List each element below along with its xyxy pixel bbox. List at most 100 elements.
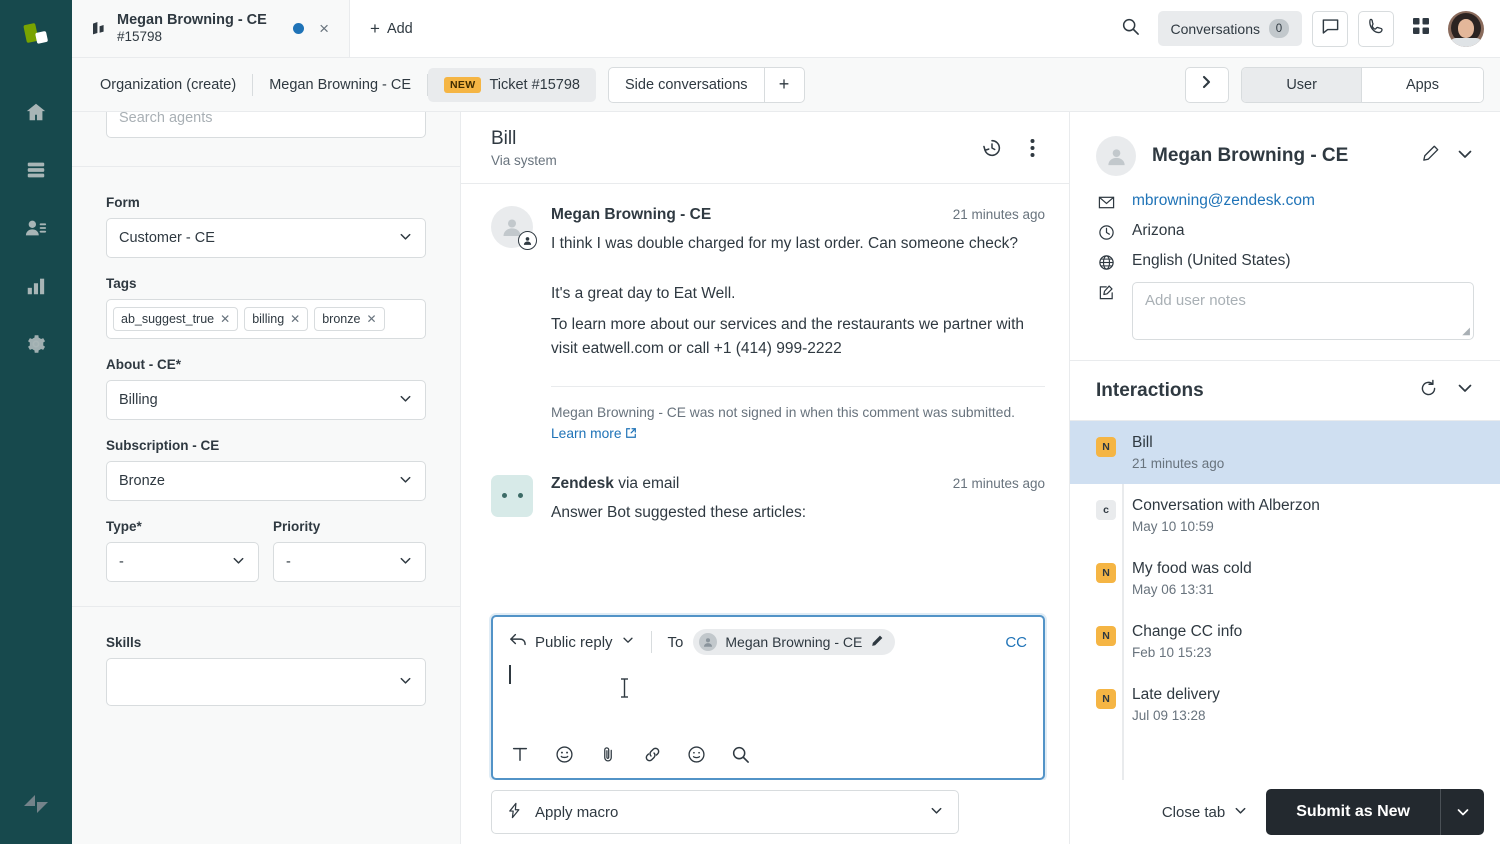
close-tab-button[interactable]: Close tab xyxy=(1162,803,1248,822)
user-email[interactable]: mbrowning@zendesk.com xyxy=(1132,192,1315,210)
zendesk-mark-icon[interactable] xyxy=(14,14,58,58)
search-knowledge-icon[interactable] xyxy=(729,743,751,765)
add-tab-button[interactable]: + Add xyxy=(350,0,433,57)
list-item[interactable]: N My food was cold May 06 13:31 xyxy=(1070,547,1500,610)
resize-grip-icon[interactable]: ◢ xyxy=(1462,326,1470,337)
tab-user[interactable]: User xyxy=(1242,67,1361,102)
chevron-down-icon xyxy=(621,633,635,651)
message-paragraph: To learn more about our services and the… xyxy=(551,316,1024,357)
mood-icon[interactable] xyxy=(685,743,707,765)
user-timezone-row: Arizona xyxy=(1096,222,1474,241)
attachment-clip-icon[interactable] xyxy=(597,743,619,765)
breadcrumb-row: Organization (create) Megan Browning - C… xyxy=(72,58,1500,112)
ticket-tab[interactable]: Megan Browning - CE #15798 × xyxy=(72,0,350,57)
recipient-chip[interactable]: Megan Browning - CE xyxy=(693,629,896,655)
reply-composer[interactable]: Public reply To Megan Browning - CE CC xyxy=(491,615,1045,780)
list-item[interactable]: N Late delivery Jul 09 13:28 xyxy=(1070,673,1500,736)
skills-select[interactable] xyxy=(106,658,426,706)
side-conversations-button[interactable]: Side conversations xyxy=(609,68,764,102)
close-icon[interactable]: ✕ xyxy=(366,312,376,326)
close-icon[interactable]: ✕ xyxy=(290,312,300,326)
conversation-header-texts: Bill Via system xyxy=(491,128,557,168)
type-select[interactable]: - xyxy=(106,542,259,582)
message-paragraph: Answer Bot suggested these articles: xyxy=(551,503,807,521)
pencil-icon[interactable] xyxy=(1421,144,1440,168)
user-apps-toggle: User Apps xyxy=(1241,66,1484,103)
submit-options-button[interactable] xyxy=(1440,789,1484,835)
chevron-down-icon[interactable] xyxy=(1456,379,1474,402)
refresh-icon[interactable] xyxy=(1419,379,1438,403)
chevron-down-icon[interactable] xyxy=(1456,145,1474,168)
reply-type-selector[interactable]: Public reply xyxy=(509,632,635,652)
text-format-icon[interactable] xyxy=(509,743,531,765)
history-clock-icon[interactable] xyxy=(979,135,1005,161)
agent-avatar[interactable] xyxy=(1448,10,1484,47)
ticket-footer-actions: Close tab Submit as New xyxy=(1070,780,1500,844)
conversation-header: Bill Via system xyxy=(461,112,1069,184)
reply-textarea[interactable] xyxy=(493,655,1043,743)
search-agents-input[interactable]: Search agents xyxy=(106,112,426,138)
priority-field: Priority - xyxy=(273,519,426,600)
sidebar-item-home[interactable] xyxy=(14,92,58,136)
customers-icon xyxy=(25,217,47,244)
apply-macro-label: Apply macro xyxy=(535,803,619,821)
ticket-tab-texts: Megan Browning - CE #15798 xyxy=(117,11,284,46)
message-thread: Megan Browning - CE 21 minutes ago I thi… xyxy=(461,184,1069,615)
link-icon[interactable] xyxy=(641,743,663,765)
chevron-down-icon xyxy=(398,673,413,692)
close-icon[interactable]: ✕ xyxy=(220,312,230,326)
call-button[interactable] xyxy=(1358,10,1394,47)
breadcrumb-label: Ticket #15798 xyxy=(489,76,581,93)
notes-icon xyxy=(1096,282,1116,301)
tab-apps[interactable]: Apps xyxy=(1360,67,1483,102)
phone-icon xyxy=(1367,17,1386,41)
sidebar-item-views[interactable] xyxy=(14,150,58,194)
message-author: Megan Browning - CE xyxy=(551,206,712,223)
globe-icon xyxy=(1096,252,1116,271)
list-item[interactable]: N Change CC info Feb 10 15:23 xyxy=(1070,610,1500,673)
tag-chip[interactable]: bronze ✕ xyxy=(314,307,385,331)
tag-chip[interactable]: billing ✕ xyxy=(244,307,309,331)
sidebar-item-reporting[interactable] xyxy=(14,266,58,310)
interaction-title: Bill xyxy=(1132,434,1153,451)
list-item[interactable]: c Conversation with Alberzon May 10 10:5… xyxy=(1070,484,1500,547)
cc-button[interactable]: CC xyxy=(1005,634,1027,651)
submit-as-new-button[interactable]: Submit as New xyxy=(1266,789,1440,835)
sidebar-item-settings[interactable] xyxy=(14,324,58,368)
breadcrumb-item-ticket[interactable]: NEW Ticket #15798 xyxy=(428,67,597,102)
user-notes-placeholder: Add user notes xyxy=(1145,292,1246,309)
list-item[interactable]: N Bill 21 minutes ago xyxy=(1070,421,1500,484)
body-columns: Search agents Form Customer - CE Tags ab… xyxy=(72,112,1500,844)
search-button[interactable] xyxy=(1113,11,1148,46)
add-side-conversation-button[interactable]: + xyxy=(763,67,804,102)
conversations-button[interactable]: Conversations 0 xyxy=(1157,11,1302,46)
subscription-select[interactable]: Bronze xyxy=(106,461,426,501)
form-select[interactable]: Customer - CE xyxy=(106,218,426,258)
more-vertical-icon[interactable] xyxy=(1019,135,1045,161)
left-nav-rail xyxy=(0,0,72,844)
apply-macro-select[interactable]: Apply macro xyxy=(491,790,959,834)
apps-button[interactable] xyxy=(1404,11,1438,46)
expand-panel-button[interactable] xyxy=(1185,66,1230,103)
interactions-header: Interactions xyxy=(1070,361,1500,421)
sidebar-item-customers[interactable] xyxy=(14,208,58,252)
pencil-icon[interactable] xyxy=(870,634,884,651)
chat-button[interactable] xyxy=(1312,10,1348,47)
avatar-shirt xyxy=(1450,37,1482,47)
search-icon xyxy=(1121,17,1140,41)
user-notes-input[interactable]: Add user notes ◢ xyxy=(1132,282,1474,340)
text-caret xyxy=(509,665,511,684)
priority-select[interactable]: - xyxy=(273,542,426,582)
tags-input[interactable]: ab_suggest_true ✕ billing ✕ bronze ✕ xyxy=(106,299,426,339)
breadcrumb-label: Megan Browning - CE xyxy=(269,76,412,93)
emoji-icon[interactable] xyxy=(553,743,575,765)
breadcrumb-item-user[interactable]: Megan Browning - CE xyxy=(253,67,428,102)
close-tab-label: Close tab xyxy=(1161,803,1226,821)
learn-more-link[interactable]: Learn more xyxy=(551,426,622,441)
user-card-header: Megan Browning - CE xyxy=(1096,136,1474,176)
tag-chip[interactable]: ab_suggest_true ✕ xyxy=(113,307,239,331)
close-tab-icon[interactable]: × xyxy=(313,17,335,41)
about-select[interactable]: Billing xyxy=(106,380,426,420)
breadcrumb-item-organization[interactable]: Organization (create) xyxy=(84,67,253,102)
zendesk-logo-icon[interactable] xyxy=(14,782,58,826)
